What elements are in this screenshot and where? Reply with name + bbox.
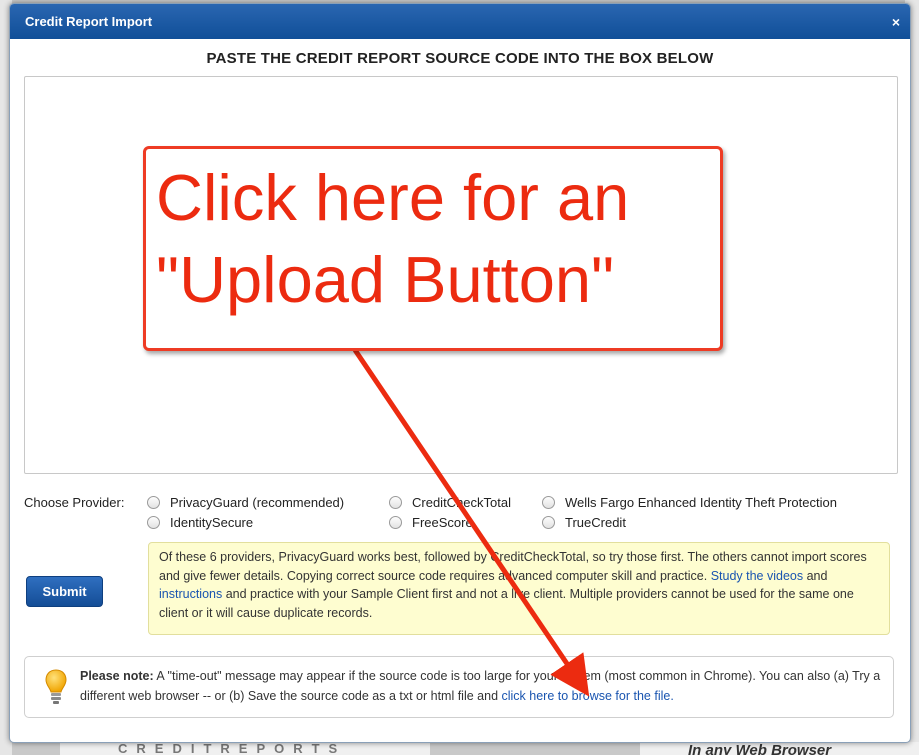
callout-text: Click here for an "Upload Button" [156, 161, 630, 316]
dialog-titlebar: Credit Report Import × [10, 4, 910, 39]
dialog-title: Credit Report Import [25, 14, 153, 29]
provider-privacyguard[interactable]: PrivacyGuard (recommended) [147, 495, 344, 510]
radio-freescore[interactable] [389, 516, 402, 529]
provider-info-box: Of these 6 providers, PrivacyGuard works… [148, 542, 890, 635]
note-bold-label: Please note: [80, 669, 154, 683]
radio-creditchecktotal[interactable] [389, 496, 402, 509]
background-credit-reports-text: CREDITREPORTS [60, 742, 430, 755]
provider-truecredit[interactable]: TrueCredit [542, 515, 626, 530]
provider-identitysecure[interactable]: IdentitySecure [147, 515, 253, 530]
lightbulb-icon [45, 669, 67, 704]
provider-label-identitysecure: IdentitySecure [170, 515, 254, 530]
provider-label-creditchecktotal: CreditCheckTotal [412, 495, 511, 510]
close-icon[interactable]: × [892, 14, 900, 30]
radio-identitysecure[interactable] [147, 516, 160, 529]
timeout-note-box: Please note: A "time-out" message may ap… [24, 656, 894, 718]
submit-button[interactable]: Submit [26, 576, 103, 607]
provider-label-wells-fargo: Wells Fargo Enhanced Identity Theft Prot… [565, 495, 837, 510]
provider-creditchecktotal[interactable]: CreditCheckTotal [389, 495, 511, 510]
browse-file-link[interactable]: click here to browse for the file. [502, 689, 674, 703]
radio-privacyguard[interactable] [147, 496, 160, 509]
instructions-link[interactable]: instructions [159, 587, 222, 601]
radio-truecredit[interactable] [542, 516, 555, 529]
provider-label-privacyguard: PrivacyGuard (recommended) [170, 495, 345, 510]
note-text: A "time-out" message may appear if the s… [80, 669, 881, 703]
study-videos-link[interactable]: Study the videos [711, 569, 803, 583]
provider-label-truecredit: TrueCredit [565, 515, 626, 530]
provider-label-freescore: FreeScore [412, 515, 473, 530]
provider-freescore[interactable]: FreeScore [389, 515, 473, 530]
paste-instructions-heading: PASTE THE CREDIT REPORT SOURCE CODE INTO… [206, 50, 714, 67]
info-text-3: and practice with your Sample Client fir… [159, 587, 854, 620]
info-text-2: and [803, 568, 828, 583]
radio-wells-fargo[interactable] [542, 496, 555, 509]
credit-report-import-dialog: Credit Report Import × PASTE THE CREDIT … [9, 3, 911, 743]
provider-wells-fargo[interactable]: Wells Fargo Enhanced Identity Theft Prot… [542, 495, 837, 510]
choose-provider-label: Choose Provider: [24, 495, 125, 510]
upload-button-callout: Click here for an "Upload Button" [143, 146, 723, 351]
background-web-browser-text: In any Web Browser [640, 742, 919, 755]
